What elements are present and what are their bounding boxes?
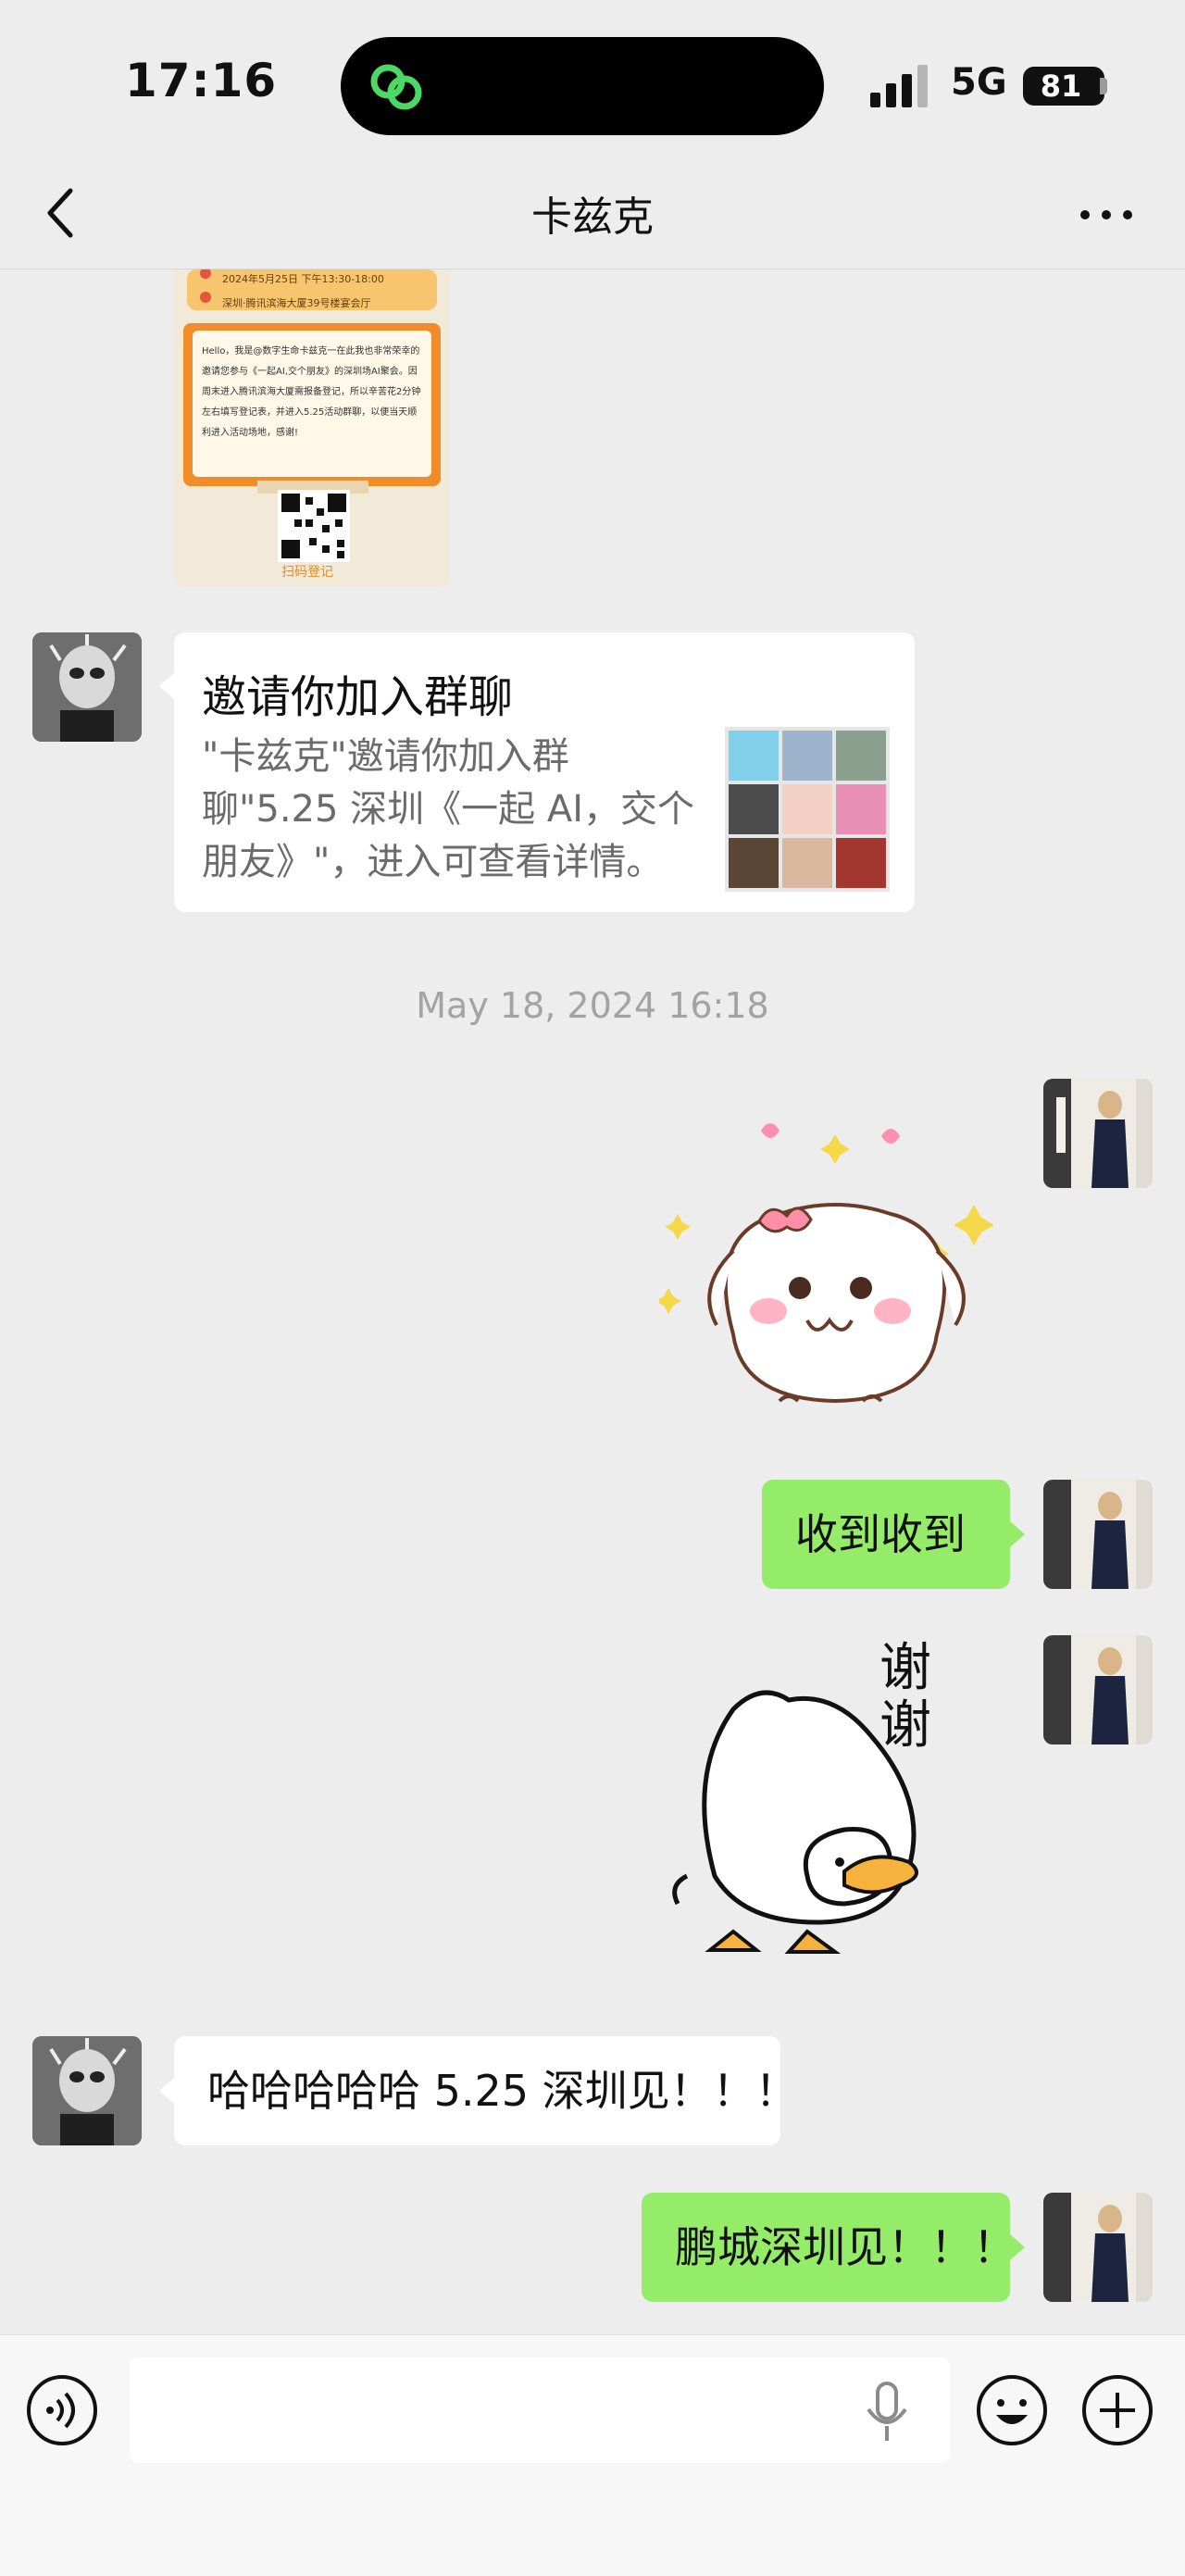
chat-header: 卡兹克 <box>0 157 1185 269</box>
bubble-tail <box>159 673 174 699</box>
poster-qr-caption: 扫码登记 <box>281 565 333 580</box>
message-text-input[interactable] <box>130 2357 950 2463</box>
member-avatar <box>782 838 832 888</box>
member-avatar <box>836 784 886 834</box>
avatar-me[interactable] <box>1043 1635 1153 1744</box>
invite-description: "卡兹克"邀请你加入群聊"5.25 深圳《一起 AI，交个朋友》"，进入可查看详… <box>202 735 695 883</box>
bubble-tail <box>159 2078 174 2104</box>
message-input-bar <box>0 2334 1185 2576</box>
poster-date: 2024年5月25日 下午13:30-18:00 <box>222 273 384 285</box>
my-message-bubble[interactable]: 收到收到 <box>762 1480 1010 1589</box>
profile-photo <box>1043 2193 1153 2302</box>
profile-photo <box>1043 1079 1153 1188</box>
network-type: 5G <box>951 61 1007 104</box>
status-bar: 17:16 5G 81 <box>0 0 1185 157</box>
group-avatar-grid <box>725 727 890 892</box>
battery-icon: 81 <box>1023 67 1104 106</box>
member-avatar <box>836 731 886 781</box>
member-avatar <box>729 838 779 888</box>
dynamic-island <box>341 37 824 135</box>
avatar-karzak[interactable] <box>32 632 142 742</box>
emoji-icon[interactable] <box>976 2374 1048 2446</box>
avatar-me[interactable] <box>1043 1480 1153 1589</box>
battery-level: 81 <box>1040 69 1082 104</box>
message-timestamp: May 18, 2024 16:18 <box>416 985 769 1026</box>
member-avatar <box>836 838 886 888</box>
more-options-icon[interactable] <box>1065 187 1148 243</box>
thanks-duck-sticker[interactable] <box>659 1635 1011 1987</box>
message-list[interactable]: 2024年5月25日 下午13:30-18:00 深圳·腾讯滨海大厦39号楼宴会… <box>0 269 1185 2334</box>
invite-title: 邀请你加入群聊 <box>202 671 514 723</box>
their-message-bubble[interactable]: 哈哈哈哈哈 5.25 深圳见！！！ <box>174 2036 798 2145</box>
plus-icon[interactable] <box>1081 2374 1154 2446</box>
back-chevron-icon[interactable] <box>28 176 102 250</box>
profile-photo <box>1043 1635 1153 1744</box>
avatar-me[interactable] <box>1043 1079 1153 1188</box>
poster-location: 深圳·腾讯滨海大厦39号楼宴会厅 <box>222 297 371 309</box>
member-avatar <box>729 784 779 834</box>
status-time: 17:16 <box>125 54 278 107</box>
member-avatar <box>782 731 832 781</box>
member-avatar <box>782 784 832 834</box>
sticker-thanks-text: 谢谢 <box>879 1638 931 1756</box>
group-invite-card[interactable]: 邀请你加入群聊 "卡兹克"邀请你加入群聊"5.25 深圳《一起 AI，交个朋友》… <box>174 632 915 912</box>
bunny-sticker[interactable] <box>659 1103 1011 1418</box>
chat-title: 卡兹克 <box>531 194 654 241</box>
poster-body: Hello，我是@数字生命卡兹克一在此我也非常荣幸的邀请您参与《一起AI,交个朋… <box>202 346 421 438</box>
battery-cap <box>1100 78 1107 94</box>
robot-avatar-image <box>32 2036 142 2145</box>
avatar-me[interactable] <box>1043 2193 1153 2302</box>
link-app-icon <box>370 64 422 110</box>
my-message-bubble[interactable]: 鹏城深圳见！！！ <box>642 2193 1016 2302</box>
avatar-karzak[interactable] <box>32 2036 142 2145</box>
voice-mode-icon[interactable] <box>26 2374 98 2446</box>
bubble-tail <box>1010 1521 1025 1547</box>
microphone-icon[interactable] <box>861 2380 913 2445</box>
cellular-signal-icon <box>870 65 928 107</box>
profile-photo <box>1043 1480 1153 1589</box>
member-avatar <box>729 731 779 781</box>
robot-avatar-image <box>32 632 142 742</box>
event-poster-image[interactable]: 2024年5月25日 下午13:30-18:00 深圳·腾讯滨海大厦39号楼宴会… <box>174 269 450 586</box>
